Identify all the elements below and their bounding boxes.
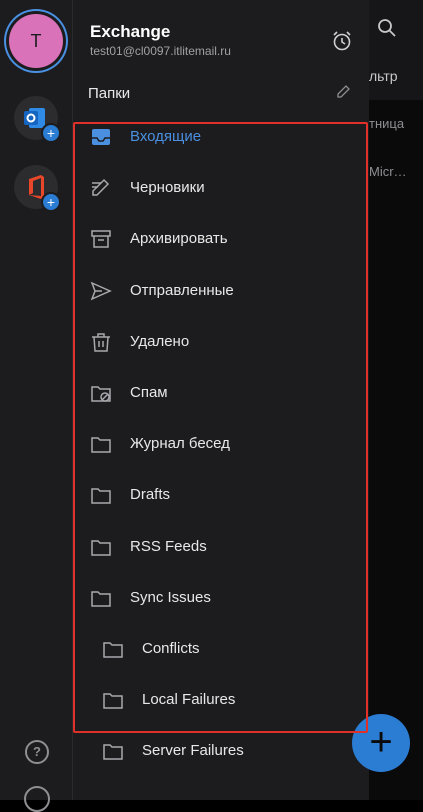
settings-gear-icon[interactable]: [24, 786, 50, 812]
message-snippet: Micr…: [369, 164, 407, 179]
filter-label[interactable]: льтр: [369, 68, 398, 84]
account-name: Exchange: [90, 22, 171, 41]
mail-list-header: [369, 0, 423, 100]
account-email: test01@cl0097.itlitemail.ru: [90, 44, 231, 58]
folder-label: Server Failures: [142, 742, 244, 760]
folder-icon: [103, 744, 123, 761]
add-plus-icon: +: [41, 192, 61, 212]
edit-pencil-icon[interactable]: [335, 84, 351, 100]
add-office-account-button[interactable]: +: [14, 165, 61, 212]
add-plus-icon: +: [41, 123, 61, 143]
message-snippet: тница: [369, 116, 405, 131]
alarm-clock-icon[interactable]: [331, 30, 353, 52]
annotation-highlight-box: [73, 122, 368, 733]
search-icon[interactable]: [377, 18, 397, 38]
mail-list-peek: льтр тница Micr…: [369, 0, 423, 800]
account-avatar[interactable]: T: [9, 14, 63, 68]
account-rail: T + + ?: [0, 0, 73, 812]
add-outlook-account-button[interactable]: +: [14, 96, 61, 143]
folder-item[interactable]: Server Failures: [73, 731, 369, 771]
avatar-initial: T: [30, 30, 42, 51]
folders-header: Папки: [88, 85, 131, 102]
help-icon[interactable]: ?: [25, 740, 49, 764]
